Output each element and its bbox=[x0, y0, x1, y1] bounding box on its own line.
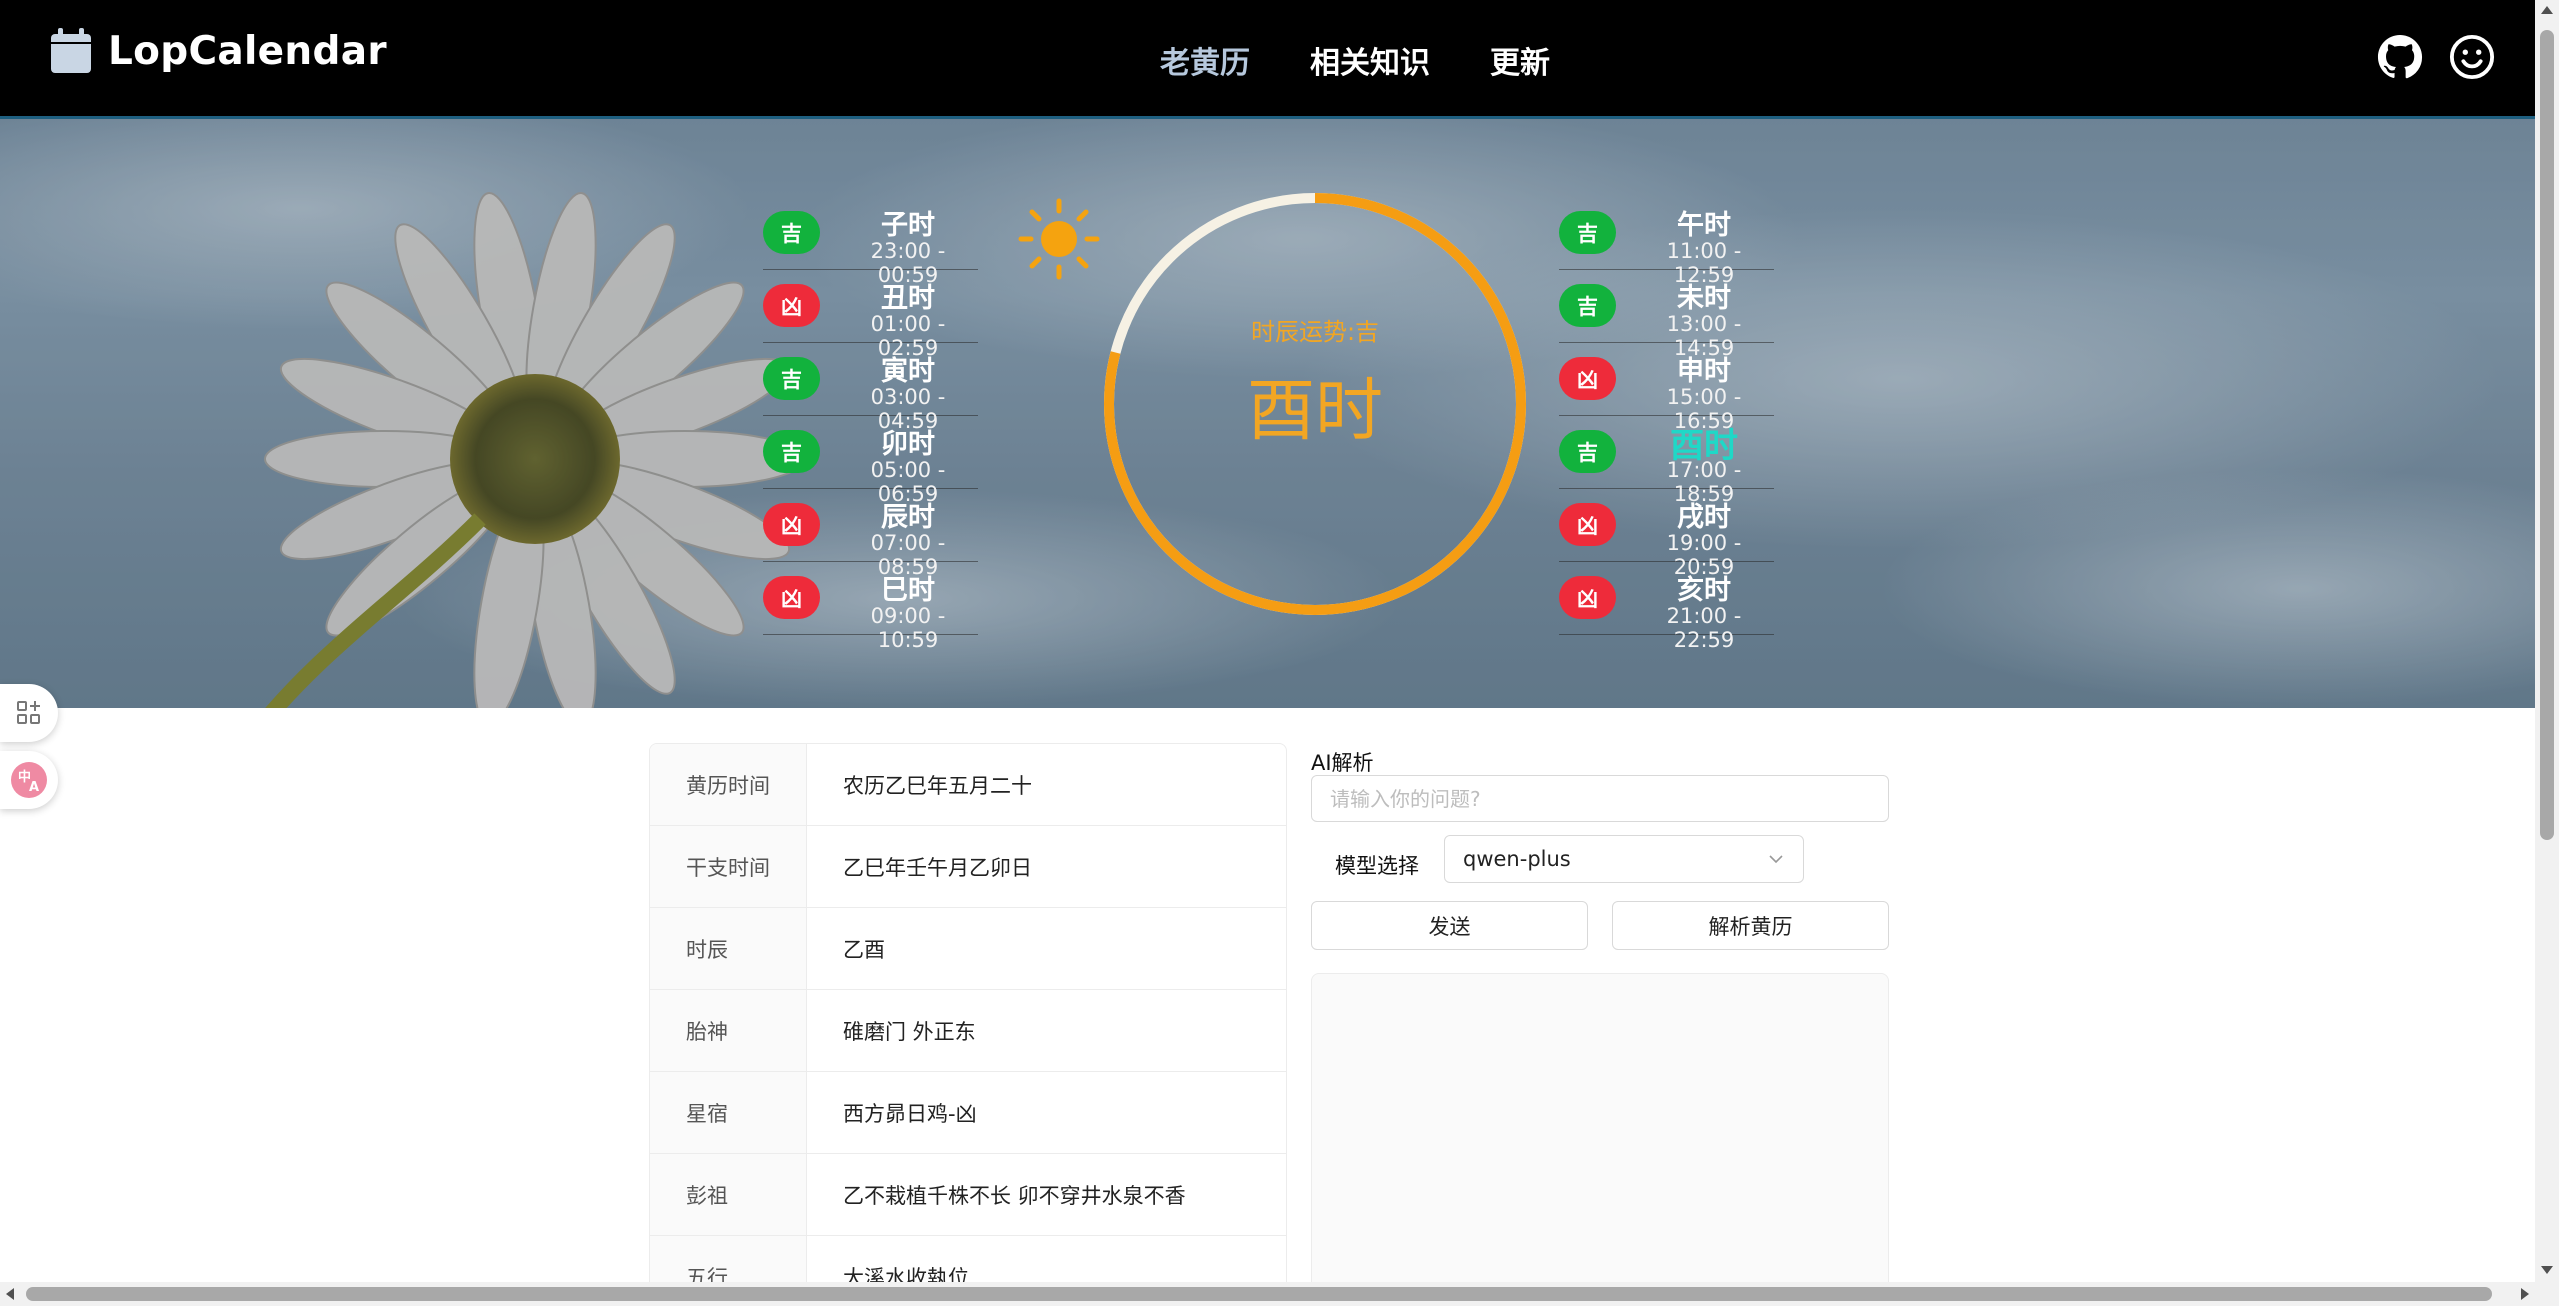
brand[interactable]: LopCalendar bbox=[50, 28, 387, 74]
scroll-left-arrow-icon[interactable] bbox=[6, 1288, 14, 1300]
hour-row[interactable]: 凶丑时 01:00 - 02:59 bbox=[763, 270, 978, 360]
fortune-badge: 吉 bbox=[763, 357, 820, 400]
hour-name: 辰时 bbox=[881, 502, 935, 533]
hour-name: 巳时 bbox=[881, 575, 935, 606]
send-button[interactable]: 发送 bbox=[1311, 901, 1588, 950]
calendar-icon bbox=[51, 28, 91, 73]
svg-text:A: A bbox=[29, 780, 39, 795]
info-row: 时辰 乙酉 bbox=[650, 908, 1286, 990]
hour-name: 卯时 bbox=[881, 429, 935, 460]
hour-list-left: 吉子时 23:00 - 00:59 凶丑时 01:00 - 02:59 吉寅时 03:00… bbox=[763, 197, 978, 652]
info-row-label: 干支时间 bbox=[650, 826, 807, 907]
translate-icon: 中 A bbox=[11, 762, 47, 798]
scroll-up-arrow-icon[interactable] bbox=[2541, 6, 2553, 14]
hour-fortune-label: 时辰运势:吉 bbox=[1250, 318, 1380, 346]
fortune-badge: 凶 bbox=[1559, 503, 1616, 546]
nav-item-updates[interactable]: 更新 bbox=[1490, 38, 1550, 82]
fortune-badge: 凶 bbox=[763, 503, 820, 546]
hour-row[interactable]: 凶辰时 07:00 - 08:59 bbox=[763, 489, 978, 579]
hour-row[interactable]: 吉酉时 17:00 - 18:59 bbox=[1559, 416, 1774, 506]
hour-row[interactable]: 吉卯时 05:00 - 06:59 bbox=[763, 416, 978, 506]
smiley-icon[interactable] bbox=[2449, 34, 2495, 80]
apps-float-button[interactable] bbox=[0, 684, 58, 742]
ai-output-box bbox=[1311, 973, 1889, 1293]
hour-row[interactable]: 吉未时 13:00 - 14:59 bbox=[1559, 270, 1774, 360]
fortune-badge: 吉 bbox=[763, 211, 820, 254]
vertical-scroll-thumb[interactable] bbox=[2540, 30, 2554, 840]
model-select-value: qwen-plus bbox=[1463, 847, 1571, 871]
fortune-badge: 吉 bbox=[1559, 430, 1616, 473]
info-row-label: 星宿 bbox=[650, 1072, 807, 1153]
hour-row[interactable]: 凶 亥时 21:00 - 22:59 bbox=[1559, 562, 1774, 652]
info-row-value: 碓磨门 外正东 bbox=[843, 1019, 976, 1044]
nav-links: 老黄历 相关知识 更新 bbox=[1160, 38, 1550, 82]
hour-name: 戌时 bbox=[1677, 502, 1731, 533]
info-row-value: 西方昴日鸡-凶 bbox=[843, 1101, 977, 1126]
nav-item-almanac[interactable]: 老黄历 bbox=[1160, 38, 1250, 82]
info-row-label: 彭祖 bbox=[650, 1154, 807, 1235]
almanac-info-table: 黄历时间 农历乙巳年五月二十干支时间 乙巳年壬午月乙卯日时辰 乙酉胎神 碓磨门 外正东星… bbox=[649, 743, 1287, 1306]
apps-add-icon bbox=[17, 701, 40, 724]
github-icon[interactable] bbox=[2377, 34, 2423, 80]
top-navbar: LopCalendar 老黄历 相关知识 更新 bbox=[0, 0, 2535, 119]
model-select-label: 模型选择 bbox=[1335, 854, 1419, 878]
hour-row[interactable]: 吉子时 23:00 - 00:59 bbox=[763, 197, 978, 287]
scroll-right-arrow-icon[interactable] bbox=[2521, 1288, 2529, 1300]
hour-row[interactable]: 凶申时 15:00 - 16:59 bbox=[1559, 343, 1774, 433]
hour-name: 寅时 bbox=[881, 356, 935, 387]
fortune-badge: 凶 bbox=[763, 576, 820, 619]
vertical-scrollbar[interactable] bbox=[2535, 0, 2559, 1306]
hour-row[interactable]: 凶戌时 19:00 - 20:59 bbox=[1559, 489, 1774, 579]
fortune-badge: 吉 bbox=[763, 430, 820, 473]
horizontal-scroll-thumb[interactable] bbox=[26, 1287, 2492, 1301]
hour-name: 未时 bbox=[1677, 283, 1731, 314]
info-row-label: 时辰 bbox=[650, 908, 807, 989]
ai-question-input[interactable] bbox=[1311, 775, 1889, 822]
scroll-down-arrow-icon[interactable] bbox=[2541, 1266, 2553, 1274]
info-row: 干支时间 乙巳年壬午月乙卯日 bbox=[650, 826, 1286, 908]
fortune-badge: 凶 bbox=[763, 284, 820, 327]
info-row-value: 乙酉 bbox=[843, 937, 885, 962]
hour-row[interactable]: 吉寅时 03:00 - 04:59 bbox=[763, 343, 978, 433]
ai-panel-title: AI解析 bbox=[1311, 751, 1374, 775]
horizontal-scrollbar[interactable] bbox=[0, 1282, 2535, 1306]
fortune-badge: 凶 bbox=[1559, 576, 1616, 619]
hour-row[interactable]: 吉午时 11:00 - 12:59 bbox=[1559, 197, 1774, 287]
info-row-value: 农历乙巳年五月二十 bbox=[843, 773, 1032, 798]
fortune-badge: 吉 bbox=[1559, 284, 1616, 327]
info-row: 彭祖 乙不栽植千株不长 卯不穿井水泉不香 bbox=[650, 1154, 1286, 1236]
current-hour-display: 酉时 bbox=[1246, 372, 1383, 451]
hour-time-range: 09:00 - 10:59 bbox=[870, 604, 946, 652]
info-row: 星宿 西方昴日鸡-凶 bbox=[650, 1072, 1286, 1154]
hero-banner: 吉子时 23:00 - 00:59 凶丑时 01:00 - 02:59 吉寅时 03:00… bbox=[0, 119, 2535, 708]
chevron-down-icon bbox=[1769, 855, 1783, 864]
fortune-badge: 凶 bbox=[1559, 357, 1616, 400]
hour-time-range: 21:00 - 22:59 bbox=[1666, 604, 1742, 652]
sun-icon bbox=[1018, 198, 1100, 280]
info-row: 胎神 碓磨门 外正东 bbox=[650, 990, 1286, 1072]
app-name: LopCalendar bbox=[108, 28, 387, 74]
hour-name: 午时 bbox=[1677, 210, 1731, 241]
info-row-label: 黄历时间 bbox=[650, 744, 807, 825]
nav-actions bbox=[2377, 34, 2495, 80]
hour-list-right: 吉午时 11:00 - 12:59 吉未时 13:00 - 14:59 凶申时 15:00… bbox=[1559, 197, 1774, 652]
parse-almanac-button[interactable]: 解析黄历 bbox=[1612, 901, 1889, 950]
fortune-badge: 吉 bbox=[1559, 211, 1616, 254]
hour-row[interactable]: 凶 巳时 09:00 - 10:59 bbox=[763, 562, 978, 652]
info-row-value: 乙不栽植千株不长 卯不穿井水泉不香 bbox=[843, 1183, 1186, 1208]
hour-name: 亥时 bbox=[1677, 575, 1731, 606]
translate-float-button[interactable]: 中 A bbox=[0, 751, 58, 809]
info-row-label: 胎神 bbox=[650, 990, 807, 1071]
nav-item-knowledge[interactable]: 相关知识 bbox=[1310, 38, 1430, 82]
hour-name: 申时 bbox=[1677, 356, 1731, 387]
model-select[interactable]: qwen-plus bbox=[1444, 835, 1804, 883]
hour-name: 丑时 bbox=[881, 283, 935, 314]
info-row-value: 乙巳年壬午月乙卯日 bbox=[843, 855, 1032, 880]
info-row: 黄历时间 农历乙巳年五月二十 bbox=[650, 744, 1286, 826]
hour-name: 子时 bbox=[881, 210, 935, 241]
